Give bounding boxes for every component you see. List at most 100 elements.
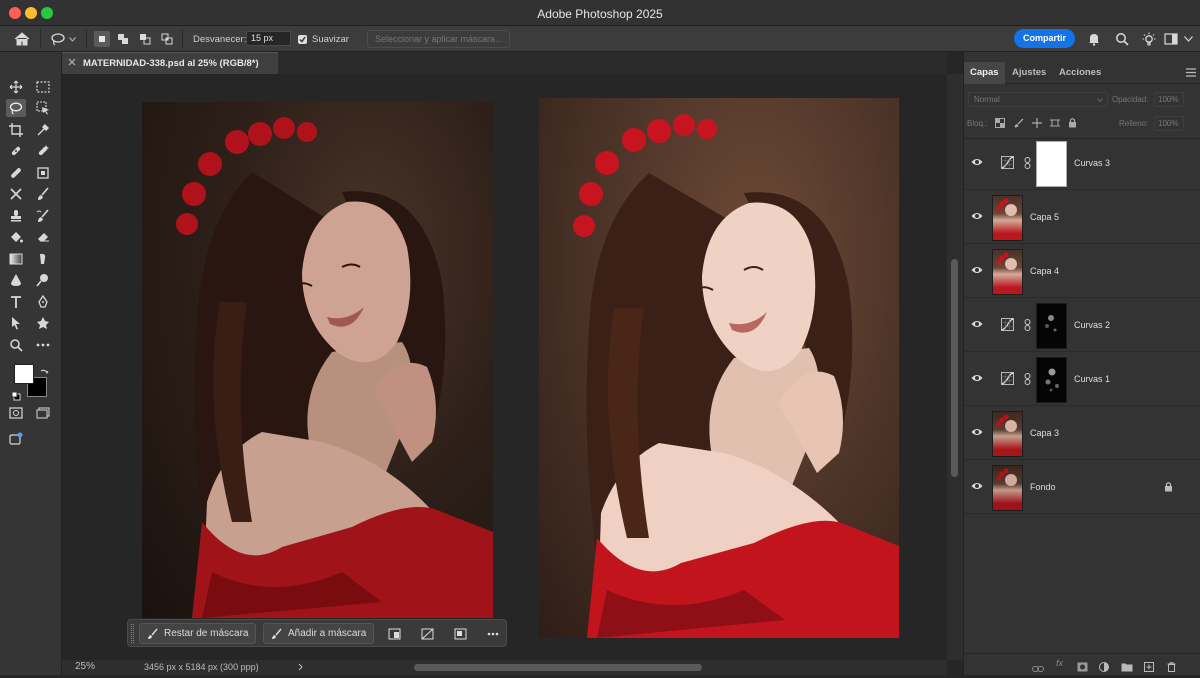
foreground-color-swatch[interactable] [14,364,34,384]
lock-position-icon[interactable] [1032,118,1042,130]
link-layers-icon[interactable] [1032,660,1044,678]
layer-name[interactable]: Curvas 2 [1074,298,1110,352]
clone-stamp-tool[interactable] [6,207,26,225]
layer-row[interactable]: Capa 3 [964,406,1200,460]
add-to-selection-button[interactable] [115,31,131,47]
screen-mode-button[interactable] [33,404,53,422]
mask-options-icon[interactable] [386,625,403,642]
visibility-eye-icon[interactable] [971,157,983,167]
feather-input[interactable]: 15 px [246,31,291,46]
path-selection-tool[interactable] [6,314,26,332]
zoom-tool[interactable] [6,336,26,354]
marquee-tool[interactable] [33,78,53,96]
panel-menu-icon[interactable] [1186,68,1196,80]
content-aware-move-tool[interactable] [6,185,26,203]
tab-actions[interactable]: Acciones [1053,62,1107,84]
link-icon[interactable] [1024,157,1031,171]
lasso-tool[interactable] [6,99,26,117]
new-group-folder-icon[interactable] [1121,659,1133,677]
layer-style-fx-icon[interactable]: fx [1056,658,1063,668]
layer-name[interactable]: Capa 3 [1030,406,1059,460]
new-layer-icon[interactable] [1144,659,1154,677]
visibility-eye-icon[interactable] [971,373,983,383]
adjustment-layer-icon[interactable] [1099,659,1109,677]
layer-name[interactable]: Fondo [1030,460,1056,514]
fill-mask-icon[interactable] [452,625,469,642]
gradient-tool[interactable] [6,250,26,268]
share-button[interactable]: Compartir [1014,29,1075,48]
tab-layers[interactable]: Capas [964,62,1005,84]
select-and-mask-button[interactable]: Seleccionar y aplicar máscara... [367,30,510,48]
lasso-preset-picker[interactable] [50,26,76,52]
layer-lock-icon[interactable] [1164,481,1173,494]
notifications-bell-icon[interactable] [1087,26,1101,52]
lock-artboard-icon[interactable] [1050,118,1060,130]
swap-colors-icon[interactable] [40,364,49,382]
dodge-tool[interactable] [33,271,53,289]
brush-tool[interactable] [33,185,53,203]
delete-layer-trash-icon[interactable] [1167,659,1176,677]
paint-bucket-tool[interactable] [6,228,26,246]
eyedropper-tool[interactable] [33,121,53,139]
blend-mode-select[interactable]: Normal [968,92,1108,107]
tab-adjustments[interactable]: Ajustes [1006,62,1052,84]
invert-mask-icon[interactable] [419,625,436,642]
vertical-scrollbar-track[interactable] [947,74,963,660]
subtract-from-selection-button[interactable] [137,31,153,47]
type-tool[interactable] [6,293,26,311]
layer-row[interactable]: Capa 4 [964,244,1200,298]
chevron-down-icon[interactable] [1184,26,1193,52]
new-selection-button[interactable] [94,31,110,47]
chevron-right-icon[interactable] [298,663,303,673]
discover-lightbulb-icon[interactable] [1141,26,1157,52]
zoom-level[interactable]: 25% [75,661,95,672]
add-to-mask-button[interactable]: Añadir a máscara [263,623,375,644]
history-brush-tool[interactable] [33,207,53,225]
search-icon[interactable] [1115,26,1129,52]
edit-toolbar-button[interactable] [33,336,53,354]
visibility-eye-icon[interactable] [971,319,983,329]
link-icon[interactable] [1024,373,1031,387]
antialias-checkbox[interactable]: Suavizar [298,26,349,52]
layer-mask-thumbnail[interactable] [1036,141,1067,187]
lock-all-icon[interactable] [1068,117,1077,130]
layer-row[interactable]: Curvas 1 [964,352,1200,406]
pen-tool[interactable] [33,293,53,311]
add-mask-icon[interactable] [1077,659,1088,677]
visibility-eye-icon[interactable] [971,211,983,221]
workspace-icon[interactable] [1164,26,1178,52]
crop-tool[interactable] [6,121,26,139]
visibility-eye-icon[interactable] [971,427,983,437]
visibility-eye-icon[interactable] [971,265,983,275]
intersect-selection-button[interactable] [159,31,175,47]
eraser-tool[interactable] [33,228,53,246]
layer-name[interactable]: Capa 4 [1030,244,1059,298]
spot-healing-tool[interactable] [6,142,26,160]
drag-handle[interactable] [131,624,134,643]
layer-mask-thumbnail[interactable] [1036,303,1067,349]
remove-tool[interactable] [33,142,53,160]
fill-input[interactable]: 100% [1154,116,1184,131]
more-options-icon[interactable] [484,625,501,642]
layer-name[interactable]: Capa 5 [1030,190,1059,244]
layer-row[interactable]: Fondo [964,460,1200,514]
quick-mask-button[interactable] [6,404,26,422]
home-icon[interactable] [14,26,30,52]
healing-brush-tool[interactable] [6,164,26,182]
smudge-tool[interactable] [33,250,53,268]
layer-row[interactable]: Capa 5 [964,190,1200,244]
layer-row[interactable]: Curvas 3 [964,136,1200,190]
layer-name[interactable]: Curvas 1 [1074,352,1110,406]
close-tab-icon[interactable] [68,58,76,69]
horizontal-scrollbar[interactable] [414,664,702,671]
lock-transparency-icon[interactable] [995,118,1005,130]
canvas-area[interactable] [62,74,947,660]
lock-pixels-icon[interactable] [1014,118,1024,130]
document-tab[interactable]: MATERNIDAD-338.psd al 25% (RGB/8*) [62,52,278,74]
link-icon[interactable] [1024,319,1031,333]
custom-shape-tool[interactable] [33,314,53,332]
visibility-eye-icon[interactable] [971,481,983,491]
opacity-input[interactable]: 100% [1154,92,1184,107]
layer-mask-thumbnail[interactable] [1036,357,1067,403]
object-selection-tool[interactable] [33,99,53,117]
